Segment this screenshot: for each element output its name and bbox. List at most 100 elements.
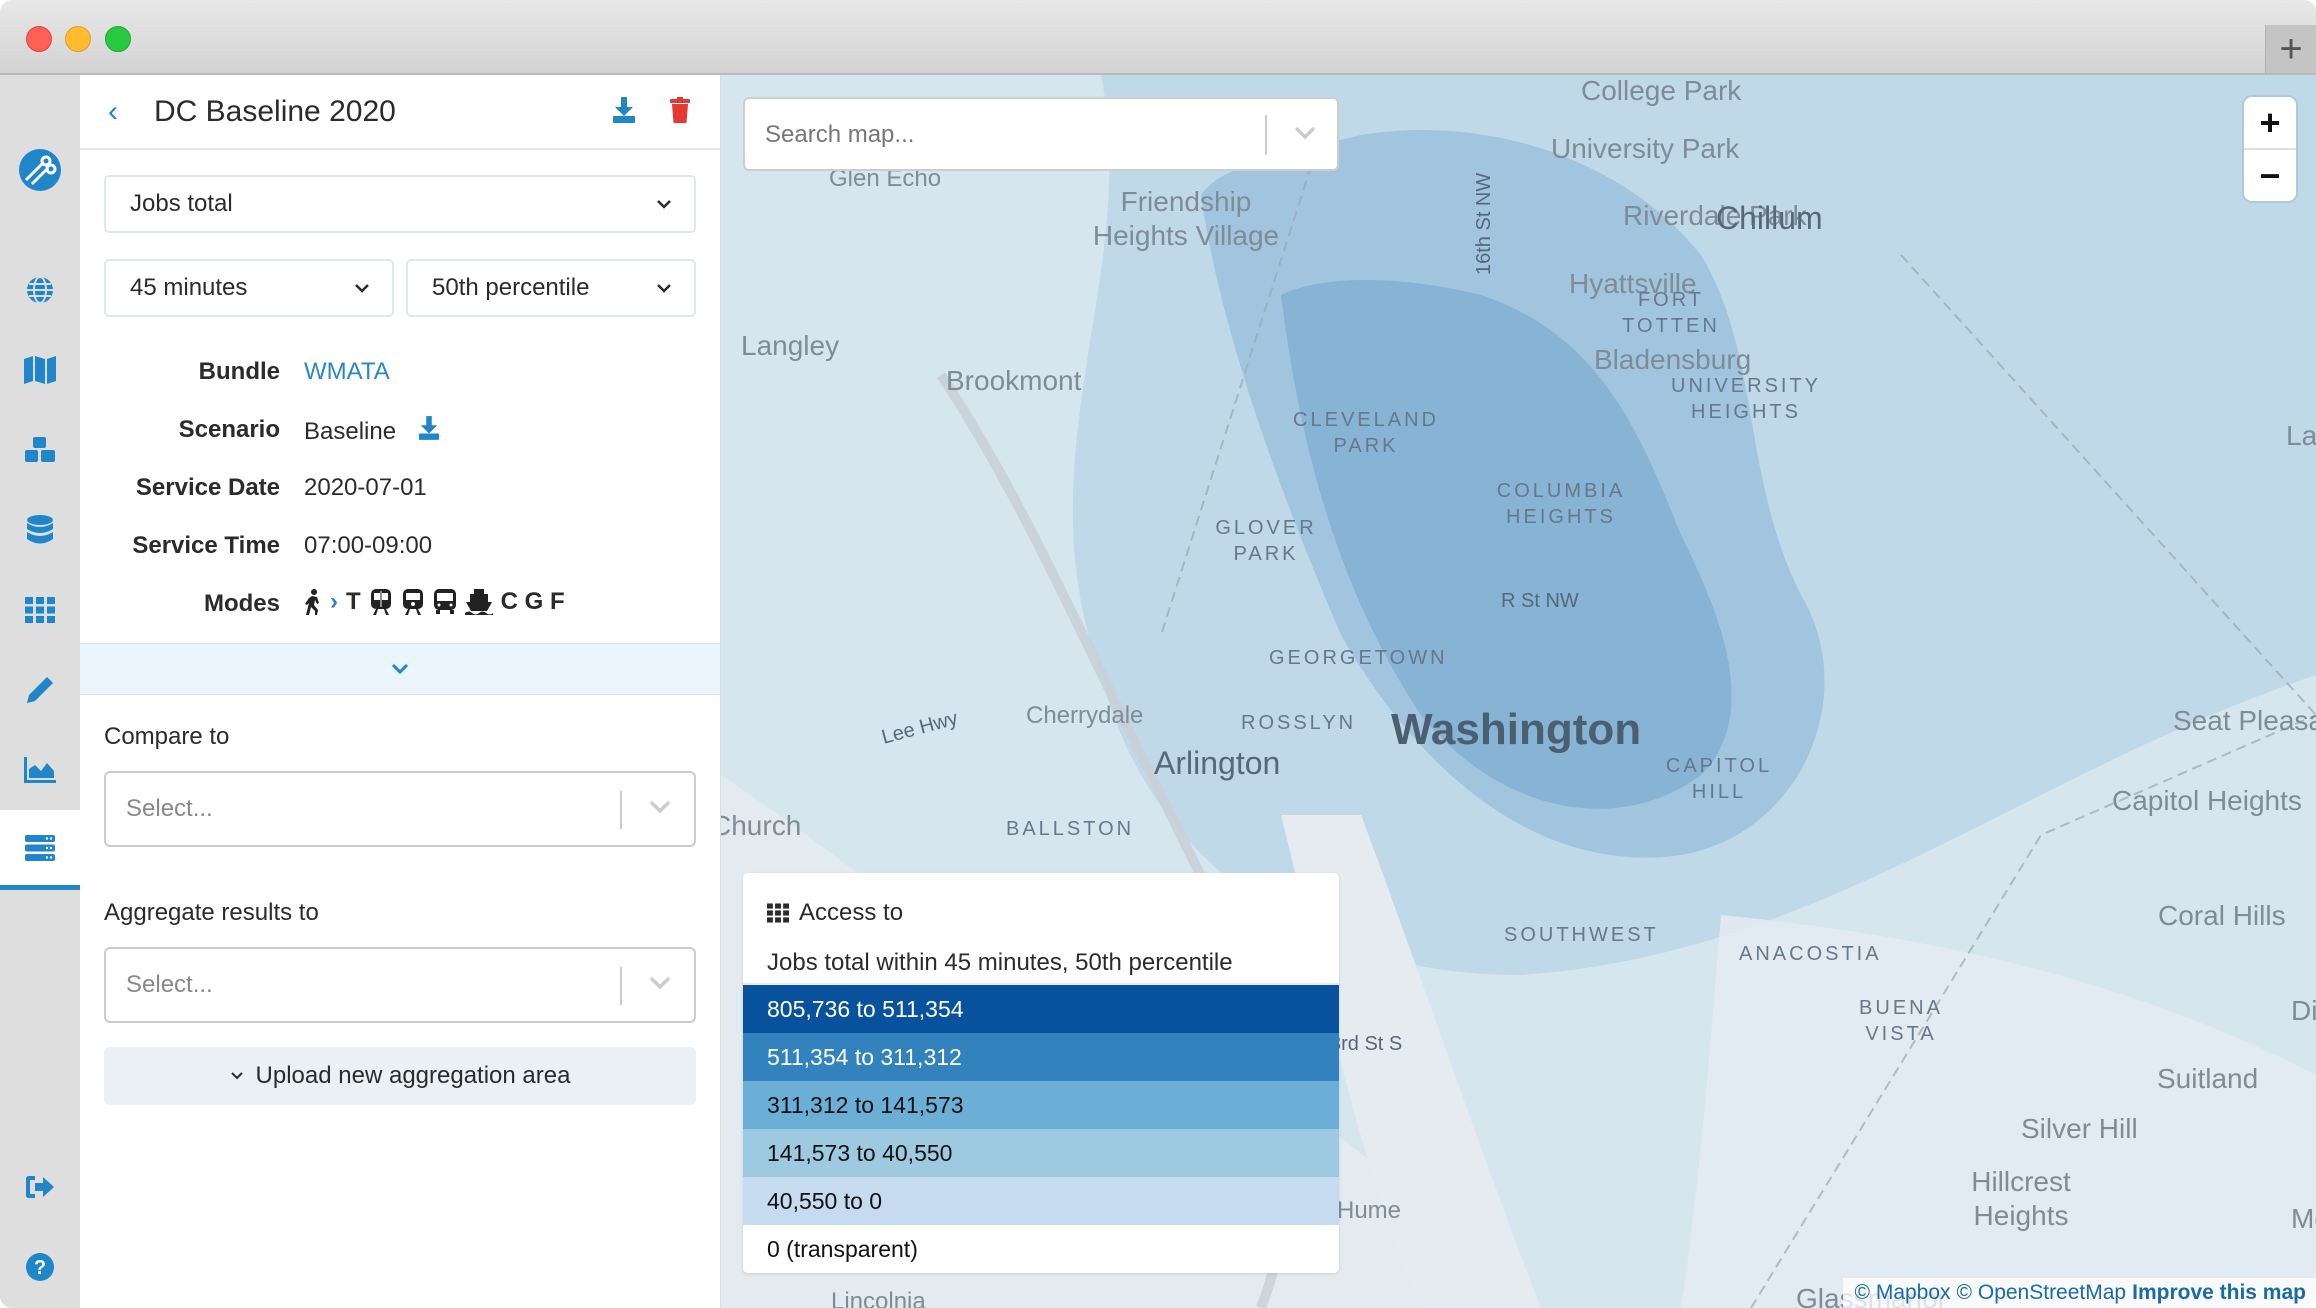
legend-subtitle: Jobs total within 45 minutes, 50th perce… xyxy=(767,949,1233,976)
server-icon xyxy=(25,834,55,861)
sidebar-item-data-sources[interactable] xyxy=(0,500,80,560)
legend-bin: 311,312 to 141,573 xyxy=(743,1081,1339,1129)
aggregate-select[interactable]: Select... xyxy=(104,947,696,1023)
map-label: FORT TOTTEN xyxy=(1622,289,1720,337)
aggregate-label: Aggregate results to xyxy=(104,899,319,926)
download-scenario-button[interactable] xyxy=(418,416,440,447)
sidebar-item-edit[interactable] xyxy=(0,660,80,720)
map-attribution: © Mapbox © OpenStreetMap Improve this ma… xyxy=(1842,1278,2316,1308)
map-label: University Park xyxy=(1551,133,1740,164)
map-label: Lincolnia xyxy=(831,1288,926,1308)
back-button[interactable]: ‹ xyxy=(108,95,118,129)
walk-icon xyxy=(305,589,319,615)
map-label: BALLSTON xyxy=(1006,818,1135,840)
panel-header: ‹ DC Baseline 2020 xyxy=(80,75,720,150)
download-icon xyxy=(613,97,635,123)
close-window-button[interactable] xyxy=(26,26,52,52)
map-icon xyxy=(24,356,56,384)
map-label: SOUTHWEST xyxy=(1504,924,1659,946)
map-label: Coral Hills xyxy=(2158,900,2286,931)
legend-bin: 141,573 to 40,550 xyxy=(743,1129,1339,1177)
map-label: 3rd St S xyxy=(1330,1033,1403,1055)
grid-icon xyxy=(25,597,55,623)
service-time-value: 07:00-09:00 xyxy=(304,532,433,559)
sidebar-item-regions[interactable] xyxy=(0,260,80,320)
conveyal-logo-icon[interactable] xyxy=(0,135,80,205)
scenario-value: Baseline xyxy=(304,417,397,445)
map-label: College Park xyxy=(1581,75,1742,106)
chevron-down-icon xyxy=(1294,126,1316,140)
page-title: DC Baseline 2020 xyxy=(154,95,396,128)
map-label: COLUMBIA HEIGHTS xyxy=(1496,480,1626,528)
map-label: Arlington xyxy=(1154,745,1281,781)
compare-to-label: Compare to xyxy=(104,723,230,750)
expand-details-button[interactable] xyxy=(80,643,720,695)
area-chart-icon xyxy=(24,757,56,783)
bundle-link[interactable]: WMATA xyxy=(304,358,390,386)
map-label: Cherrydale xyxy=(1026,702,1144,729)
map-view[interactable]: Takoma Park College Park University Park… xyxy=(721,75,2316,1308)
delete-button[interactable] xyxy=(670,97,690,128)
mapbox-link[interactable]: © Mapbox xyxy=(1855,1281,1951,1305)
sidebar-item-regional-analysis[interactable] xyxy=(0,810,80,890)
map-label: BUENA VISTA xyxy=(1859,997,1943,1045)
grid-icon xyxy=(767,903,789,923)
analysis-panel: ‹ DC Baseline 2020 Jobs total 45 minutes… xyxy=(80,75,721,1308)
map-label: Landover xyxy=(2286,420,2316,451)
map-label: ANACOSTIA xyxy=(1739,943,1882,965)
app-window: + ? ‹ DC Baseline 2020 Jobs total 45 min… xyxy=(0,0,2316,1308)
map-label: ROSSLYN xyxy=(1241,712,1357,734)
map-label: 16th St NW xyxy=(1473,172,1495,275)
legend-bin: 0 (transparent) xyxy=(743,1225,1339,1273)
download-button[interactable] xyxy=(612,97,636,128)
travel-time-select[interactable]: 45 minutes xyxy=(104,259,394,317)
service-date-value: 2020-07-01 xyxy=(304,474,427,501)
opportunity-dataset-select[interactable]: Jobs total xyxy=(104,175,696,233)
legend-bin: 40,550 to 0 xyxy=(743,1177,1339,1225)
sidebar-item-charts[interactable] xyxy=(0,740,80,800)
database-icon xyxy=(27,515,53,544)
sidebar-item-analysis[interactable] xyxy=(0,580,80,640)
sidebar-nav: ? xyxy=(0,75,80,1308)
zoom-out-button[interactable]: − xyxy=(2244,150,2296,201)
scenario-value-row: Baseline xyxy=(304,416,440,447)
map-label: Langley xyxy=(741,330,840,361)
modes-label: Modes xyxy=(203,590,280,617)
pencil-icon xyxy=(27,677,53,703)
new-tab-button[interactable]: + xyxy=(2265,25,2316,73)
map-search-select[interactable]: Search map... xyxy=(743,97,1339,171)
mode-transit-letters: C G F xyxy=(500,588,565,615)
legend-bin: 805,736 to 511,354 xyxy=(743,985,1339,1033)
map-label: R St NW xyxy=(1501,590,1579,612)
service-time-label: Service Time xyxy=(132,532,280,559)
map-label: Morningside xyxy=(2291,1203,2316,1234)
modes-list: › T C G F xyxy=(304,588,565,616)
globe-icon xyxy=(27,276,53,304)
compare-to-select[interactable]: Select... xyxy=(104,771,696,847)
scenario-label: Scenario xyxy=(178,416,280,443)
maximize-window-button[interactable] xyxy=(105,26,131,52)
map-label: Washington xyxy=(1391,705,1642,754)
map-label: CAPITOL HILL xyxy=(1665,755,1773,803)
minimize-window-button[interactable] xyxy=(65,26,91,52)
cubes-icon xyxy=(25,437,55,462)
sidebar-item-logout[interactable] xyxy=(0,1157,80,1217)
train-icon xyxy=(402,589,423,615)
openstreetmap-link[interactable]: © OpenStreetMap xyxy=(1957,1281,2127,1305)
percentile-select[interactable]: 50th percentile xyxy=(406,259,696,317)
upload-aggregation-area-button[interactable]: Upload new aggregation area xyxy=(104,1047,696,1105)
sidebar-item-help[interactable]: ? xyxy=(0,1237,80,1297)
ferry-icon xyxy=(464,589,493,615)
subway-icon xyxy=(370,589,391,615)
map-label: Capitol Heights xyxy=(2112,785,2302,816)
zoom-in-button[interactable]: + xyxy=(2244,97,2296,150)
map-label: Friendship Heights Village xyxy=(1092,186,1280,251)
chevron-down-icon xyxy=(355,284,369,293)
sidebar-item-projects[interactable] xyxy=(0,340,80,400)
improve-map-link[interactable]: Improve this map xyxy=(2132,1281,2306,1305)
map-label: Hume xyxy=(1337,1197,1402,1224)
map-label: GEORGETOWN xyxy=(1269,647,1448,669)
download-icon xyxy=(418,416,440,440)
trash-icon xyxy=(670,97,690,123)
sidebar-item-modifications[interactable] xyxy=(0,420,80,480)
